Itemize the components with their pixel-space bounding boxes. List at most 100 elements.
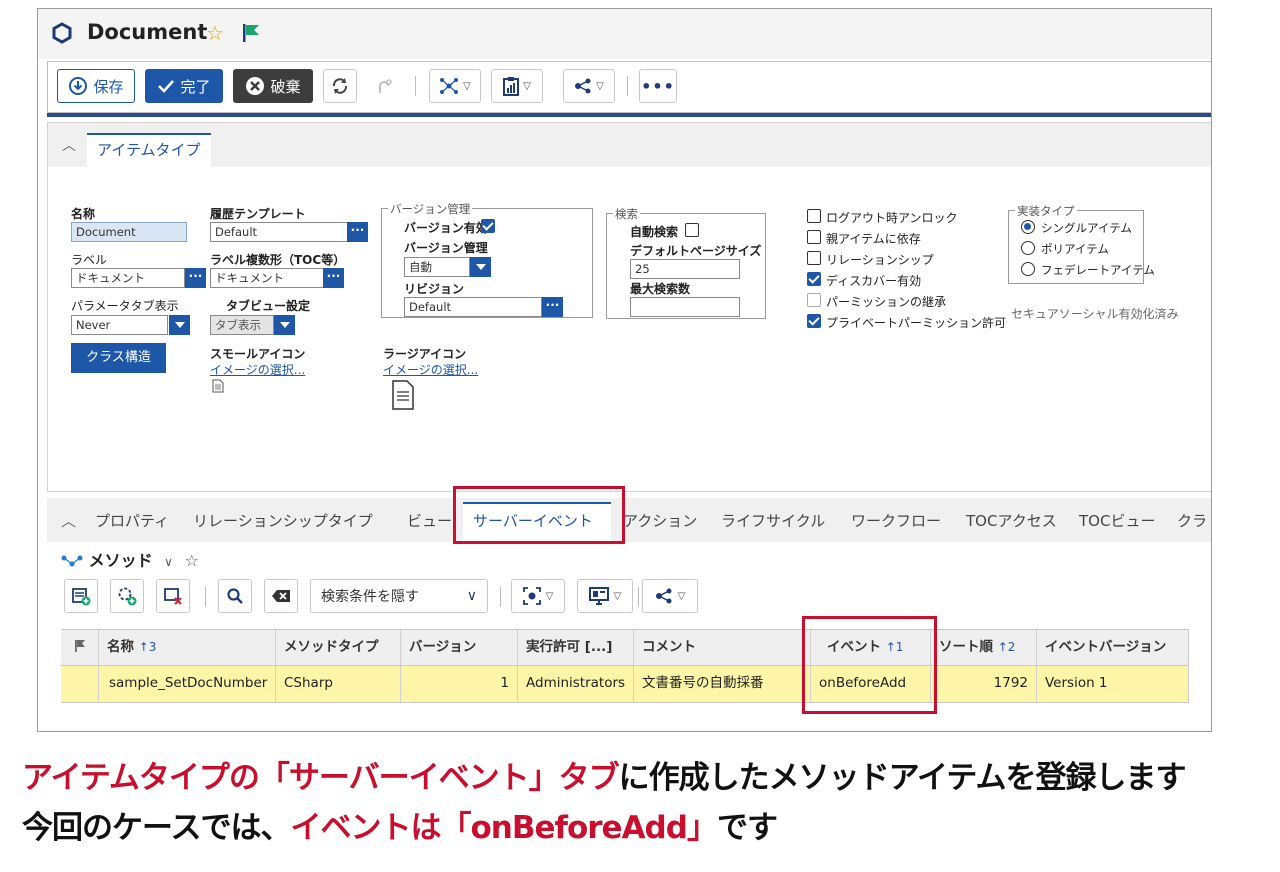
search-button[interactable] [218,579,252,613]
title-bar: Document ☆ [38,9,1211,59]
name-field[interactable]: Document [71,222,187,242]
tab-actions[interactable]: アクション [623,510,697,531]
structure-menu-button[interactable]: ▽ [429,69,481,103]
column-header-sort-order-label: ソート順 [939,639,993,655]
column-header-name[interactable]: 名称 ↑3 [99,630,276,665]
more-options-button[interactable]: ••• [639,69,677,103]
column-header-event[interactable]: イベント ↑1 [811,630,931,665]
tab-toc-access[interactable]: TOCアクセス [966,510,1057,531]
revision-lookup-button[interactable]: ··· [542,297,563,317]
search-icon [227,588,243,604]
auto-search-checkbox[interactable] [685,223,699,237]
version-control-dropdown[interactable] [470,257,491,277]
max-search-field[interactable] [630,297,740,317]
column-header-execution[interactable]: 実行許可 [...] [518,630,634,665]
impl-type-group: 実装タイプ シングルアイテム ポリアイテム フェデレートアイテム [1008,203,1155,284]
clear-search-button[interactable] [264,579,298,613]
tab-workflow[interactable]: ワークフロー [851,510,941,531]
table-row[interactable]: sample_SetDocNumber CSharp 1 Administrat… [61,666,1189,703]
tab-relationship-types[interactable]: リレーションシップタイプ [193,510,373,531]
done-button[interactable]: 完了 [145,69,223,103]
share-menu-button[interactable]: ▽ [563,69,615,103]
tab-server-events[interactable]: サーバーイベント [473,510,593,531]
flag-column-header[interactable] [61,630,99,665]
label-plural-field[interactable]: ドキュメント [210,268,324,288]
column-header-comment[interactable]: コメント [634,630,811,665]
depends-on-parent-checkbox[interactable] [807,230,821,244]
cell-execution[interactable]: Administrators [518,666,634,702]
version-enabled-label: バージョン有効 [404,221,488,235]
cell-comment[interactable]: 文書番号の自動採番 [634,666,811,702]
discover-enabled-checkbox[interactable] [807,272,821,286]
chevron-down-icon: ▽ [677,590,686,602]
default-page-size-field[interactable]: 25 [630,259,740,279]
column-header-version[interactable]: バージョン [401,630,518,665]
itemtype-form-panel: ︿ アイテムタイプ 名称 Document ラベル ドキュメント ··· パラメ… [47,122,1211,492]
app-window: Document ☆ 保存 完了 破棄 ▽ ▽ ▽ ••• ︿ アイテムタイプ … [37,8,1212,732]
favorite-star-icon[interactable]: ☆ [185,551,199,570]
sort-asc-icon: ↑ [885,640,896,654]
impl-single-radio[interactable] [1021,220,1035,234]
large-icon-select-link[interactable]: イメージの選択... [383,361,478,378]
flag-icon[interactable] [241,23,261,43]
chevron-down-icon: ▽ [523,80,531,92]
label-plural-lookup-button[interactable]: ··· [323,268,344,288]
new-item-button[interactable] [64,579,98,613]
small-icon-select-link[interactable]: イメージの選択... [210,361,305,378]
caption-line-1: アイテムタイプの「サーバーイベント」タブに作成したメソッドアイテムを登録します [22,752,1186,797]
history-template-field[interactable]: Default [210,222,348,242]
history-template-label: 履歴テンプレート [210,207,306,221]
search-mode-select[interactable]: 検索条件を隠す ∨ [310,579,488,613]
report-menu-button[interactable]: ▽ [491,69,543,103]
relationship-checkbox[interactable] [807,251,821,265]
view-mode-button[interactable]: ▽ [511,579,565,613]
chevron-up-icon[interactable]: ︿ [62,135,76,155]
version-control-select[interactable]: 自動 [404,257,470,277]
impl-poly-radio[interactable] [1021,241,1035,255]
chevron-down-icon[interactable]: ∨ [164,555,173,569]
history-template-lookup-button[interactable]: ··· [347,222,368,242]
save-button[interactable]: 保存 [57,69,135,103]
remove-relationship-button[interactable] [156,579,190,613]
column-header-sort-order[interactable]: ソート順 ↑2 [931,630,1037,665]
param-tab-select[interactable]: Never [71,315,168,335]
cell-version[interactable]: 1 [401,666,518,702]
cell-sort-order[interactable]: 1792 [931,666,1037,702]
tab-class[interactable]: クラ [1177,510,1207,531]
column-header-event-version[interactable]: イベントバージョン [1037,630,1189,665]
tab-properties[interactable]: プロパティ [95,510,169,531]
table-header-row: 名称 ↑3 メソッドタイプ バージョン 実行許可 [...] コメント イベント… [61,629,1189,666]
label-lookup-button[interactable]: ··· [185,268,206,288]
cell-event[interactable]: onBeforeAdd [811,666,931,702]
tab-itemtype[interactable]: アイテムタイプ [87,133,211,167]
column-header-method-type[interactable]: メソッドタイプ [276,630,401,665]
tabview-dropdown[interactable] [274,315,295,335]
pick-related-button[interactable] [110,579,144,613]
small-icon-label: スモールアイコン [210,347,306,361]
unlock-on-logout-checkbox[interactable] [807,209,821,223]
chevron-up-icon[interactable]: ︿ [61,510,76,531]
monitor-icon [588,587,609,605]
tab-toc-view[interactable]: TOCビュー [1079,510,1155,531]
private-permission-checkbox[interactable] [807,314,821,328]
cell-method-type[interactable]: CSharp [276,666,401,702]
tabview-select[interactable]: タブ表示 [210,315,274,335]
favorite-star-icon[interactable]: ☆ [206,21,224,45]
cell-name[interactable]: sample_SetDocNumber [99,666,276,702]
class-structure-button[interactable]: クラス構造 [71,343,166,373]
relationship-tabbar: ︿ プロパティ リレーションシップタイプ ビュー サーバーイベント アクション … [47,498,1211,542]
cell-event-version[interactable]: Version 1 [1037,666,1189,702]
tab-views[interactable]: ビュー [407,510,452,531]
document-icon [392,380,414,410]
label-field[interactable]: ドキュメント [71,268,185,288]
sort-order-event: 1 [895,640,904,654]
revision-field[interactable]: Default [404,297,542,317]
tab-lifecycle[interactable]: ライフサイクル [721,510,825,531]
display-menu-button[interactable]: ▽ [577,579,633,613]
discard-button[interactable]: 破棄 [233,69,313,103]
impl-federated-radio[interactable] [1021,262,1035,276]
version-enabled-checkbox[interactable] [481,219,495,233]
param-tab-dropdown[interactable] [169,315,190,335]
refresh-button[interactable] [323,69,357,103]
share-menu-button[interactable]: ▽ [642,579,698,613]
